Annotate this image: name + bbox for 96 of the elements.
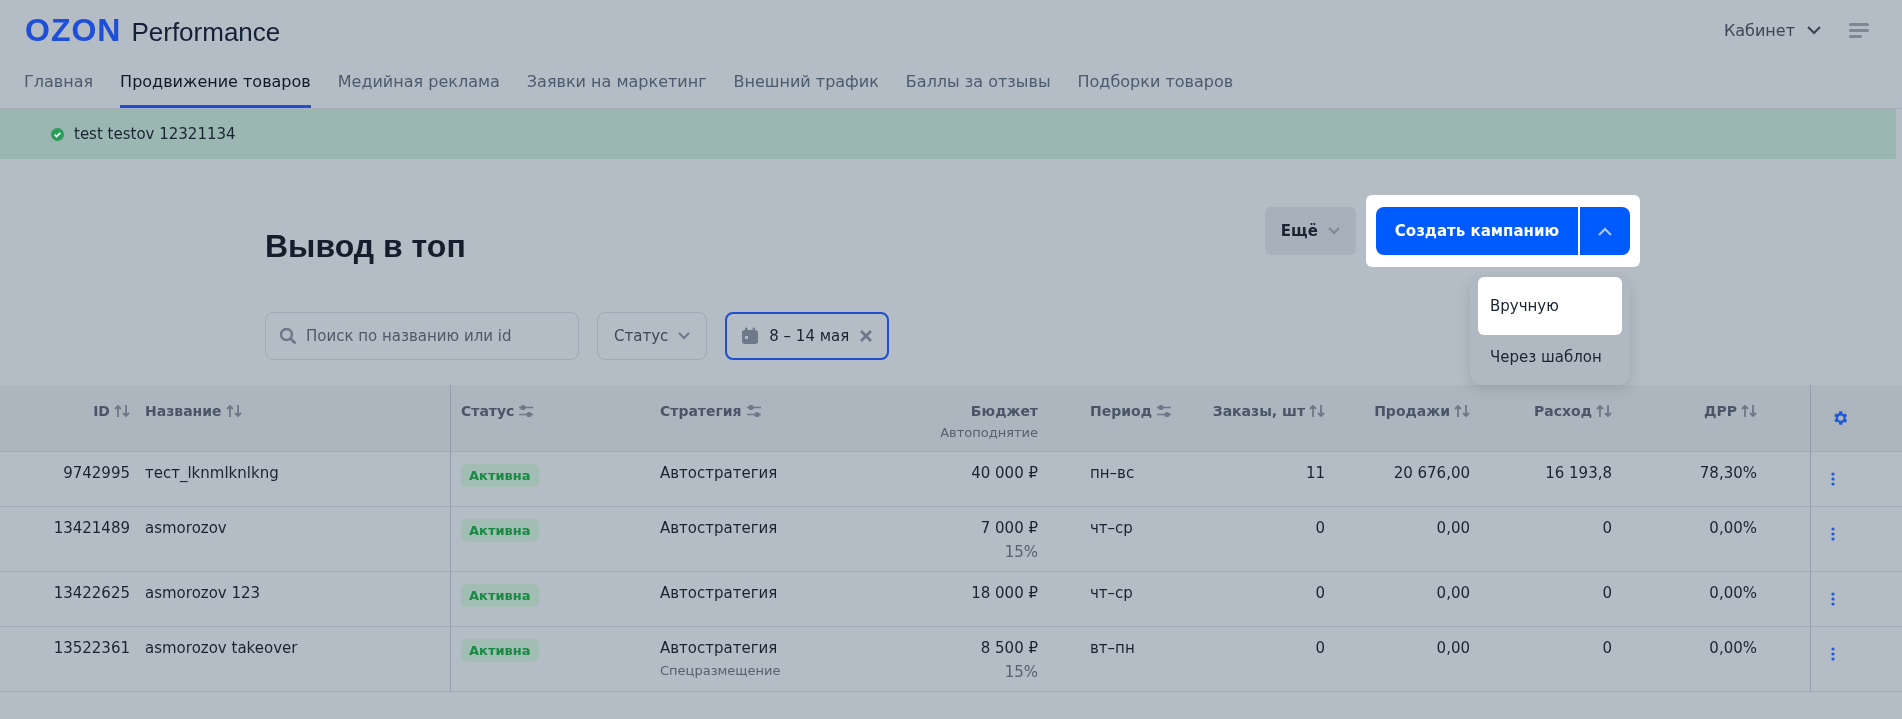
filter-sliders-icon[interactable] [745,404,762,418]
nav-tab[interactable]: Заявки на маркетинг [526,60,707,108]
column-header[interactable]: Название [145,403,222,419]
table-cell: 13421489 [53,519,130,537]
table-cell: 0 [1315,519,1325,537]
close-icon[interactable] [859,329,874,343]
column-header[interactable]: Расход [1534,403,1592,419]
table-cell: asmorozov [145,519,227,537]
table-cell: тест_lknmlknlkng [145,464,279,482]
column-header[interactable]: Продажи [1374,403,1450,419]
column-subheader: Автоподнятие [940,425,1038,440]
table-cell: 9742995 [63,464,130,482]
status-badge: Активна [461,584,539,607]
page-title: Вывод в топ [265,227,466,265]
date-range-filter[interactable]: 8 – 14 мая [725,312,890,360]
table-cell: 20 676,00 [1393,464,1470,482]
cell-note: Спецразмещение [660,663,781,678]
table-cell: 7 000 ₽ [980,519,1038,537]
table-cell: 40 000 ₽ [971,464,1038,482]
table-cell: asmorozov 123 [145,584,261,602]
sort-arrows-icon[interactable] [1741,404,1757,418]
table-cell: Автостратегия [660,584,778,602]
more-vertical-icon[interactable] [1831,592,1835,606]
sort-arrows-icon[interactable] [1309,404,1325,418]
sort-arrows-icon[interactable] [1596,404,1612,418]
table-cell: 0,00% [1709,519,1757,537]
status-badge: Активна [461,639,539,662]
table-cell: 0 [1602,639,1612,657]
more-vertical-icon[interactable] [1831,472,1835,486]
table-cell: чт–ср [1090,519,1133,537]
table-cell: 0 [1602,519,1612,537]
nav-tab[interactable]: Внешний трафик [733,60,879,108]
table-cell: 0,00% [1709,639,1757,657]
search-icon [279,327,297,345]
status-badge: Активна [461,519,539,542]
table-cell: 18 000 ₽ [971,584,1038,602]
column-header[interactable]: Стратегия [660,403,742,419]
chevron-down-icon [1327,227,1340,235]
table-cell: 0,00 [1436,639,1470,657]
column-header[interactable]: Заказы, шт [1212,403,1305,419]
column-header[interactable]: Статус [461,403,515,419]
sort-arrows-icon[interactable] [1454,404,1470,418]
logo-product-name: Performance [131,16,281,48]
chevron-down-icon [1807,25,1821,35]
table-cell: Автостратегия [660,639,778,657]
table-cell: 0,00 [1436,519,1470,537]
logo-wordmark[interactable]: OZON [25,11,122,49]
table-cell: Автостратегия [660,519,778,537]
table-cell: 0,00% [1709,584,1757,602]
status-badge: Активна [461,464,539,487]
chevron-up-icon [1598,226,1612,236]
sort-arrows-icon[interactable] [225,404,242,418]
search-field[interactable]: Поиск по названию или id [265,312,579,360]
account-dropdown[interactable]: Кабинет [1723,20,1821,40]
table-cell: 0 [1315,584,1325,602]
table-cell: 16 193,8 [1545,464,1612,482]
check-circle-icon [51,127,64,141]
calendar-icon [741,327,760,345]
cell-note: 15% [1004,663,1038,681]
column-header[interactable]: ID [93,403,110,419]
menu-item[interactable]: Вручную [1478,277,1622,335]
create-campaign-button[interactable]: Создать кампанию [1375,207,1578,255]
chevron-down-icon [678,332,691,340]
status-filter[interactable]: Статус [597,312,708,360]
table-cell: пн–вс [1090,464,1135,482]
table-cell: asmorozov takeover [145,639,298,657]
table-cell: 13422625 [53,584,130,602]
nav-tab[interactable]: Главная [24,60,94,108]
column-header[interactable]: Период [1090,403,1152,419]
table-cell: вт–пн [1090,639,1135,657]
column-header[interactable]: Бюджет [970,403,1038,419]
expand-menu-button[interactable] [1580,207,1630,255]
table-cell: Автостратегия [660,464,778,482]
table-cell: чт–ср [1090,584,1133,602]
nav-tab[interactable]: Баллы за отзывы [905,60,1051,108]
filter-sliders-icon[interactable] [518,404,535,418]
table-cell: 0 [1602,584,1612,602]
more-vertical-icon[interactable] [1831,647,1835,661]
table-cell: 0 [1315,639,1325,657]
sort-arrows-icon[interactable] [114,404,130,418]
table-cell: 78,30% [1699,464,1757,482]
date-range-text: 8 – 14 мая [769,327,850,345]
table-cell: 8 500 ₽ [980,639,1038,657]
notice-text: test testov 12321134 [74,125,236,143]
column-header[interactable]: ДРР [1704,403,1737,419]
nav-tab[interactable]: Медийная реклама [337,60,500,108]
menu-icon[interactable] [1849,22,1869,38]
nav-tab[interactable]: Подборки товаров [1077,60,1234,108]
cell-note: 15% [1004,543,1038,561]
table-cell: 0,00 [1436,584,1470,602]
more-button[interactable]: Ещё [1264,207,1356,255]
table-cell: 13522361 [53,639,130,657]
filter-sliders-icon[interactable] [1155,404,1172,418]
more-vertical-icon[interactable] [1831,527,1835,541]
menu-item[interactable]: Через шаблон [1478,335,1622,379]
table-cell: 11 [1305,464,1325,482]
